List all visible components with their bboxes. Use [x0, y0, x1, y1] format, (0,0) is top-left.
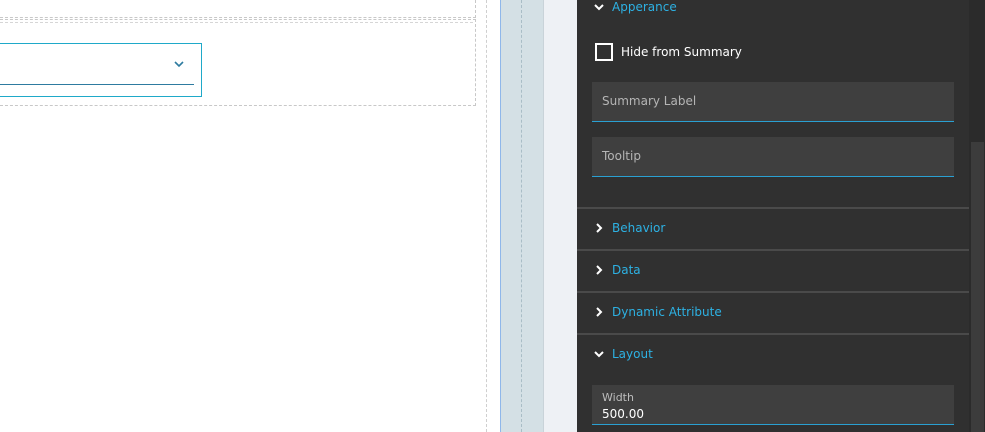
section-data-header[interactable]: Data: [577, 251, 969, 291]
chevron-down-icon: [594, 4, 604, 11]
section-appearance-title: Apperance: [612, 0, 677, 14]
summary-label-field[interactable]: Summary Label: [592, 82, 954, 122]
chevron-down-icon[interactable]: [173, 58, 185, 70]
hide-from-summary-label: Hide from Summary: [621, 45, 742, 59]
design-canvas: [0, 0, 500, 432]
section-data-title: Data: [612, 263, 641, 277]
guide-line: [486, 0, 487, 432]
chevron-down-icon: [594, 351, 604, 358]
dropdown-control[interactable]: [0, 43, 202, 97]
panel-scrollbar-thumb[interactable]: [971, 142, 984, 432]
layout-gutter: [501, 0, 543, 432]
section-layout-header[interactable]: Layout: [577, 335, 969, 375]
width-label: Width: [602, 391, 634, 404]
chevron-right-icon: [596, 265, 603, 275]
width-value: 500.00: [602, 407, 644, 421]
section-dynamic-attribute-header[interactable]: Dynamic Attribute: [577, 293, 969, 333]
summary-label-placeholder: Summary Label: [602, 94, 697, 108]
tooltip-field[interactable]: Tooltip: [592, 137, 954, 177]
properties-panel: Apperance Hide from Summary Summary Labe…: [577, 0, 985, 432]
section-behavior-header[interactable]: Behavior: [577, 209, 969, 249]
gutter-guide-line: [521, 0, 522, 432]
width-field[interactable]: Width 500.00: [592, 385, 954, 425]
chevron-right-icon: [596, 307, 603, 317]
section-behavior-title: Behavior: [612, 221, 666, 235]
dropdown-underline: [0, 84, 194, 85]
section-dynamic-attribute-title: Dynamic Attribute: [612, 305, 722, 319]
layout-gutter-secondary: [543, 0, 577, 432]
chevron-right-icon: [596, 223, 603, 233]
tooltip-placeholder: Tooltip: [602, 149, 641, 163]
section-layout-title: Layout: [612, 347, 653, 361]
hide-from-summary-checkbox[interactable]: [595, 43, 613, 61]
section-appearance-header[interactable]: Apperance: [577, 0, 969, 28]
container-outline-top: [0, 0, 476, 18]
